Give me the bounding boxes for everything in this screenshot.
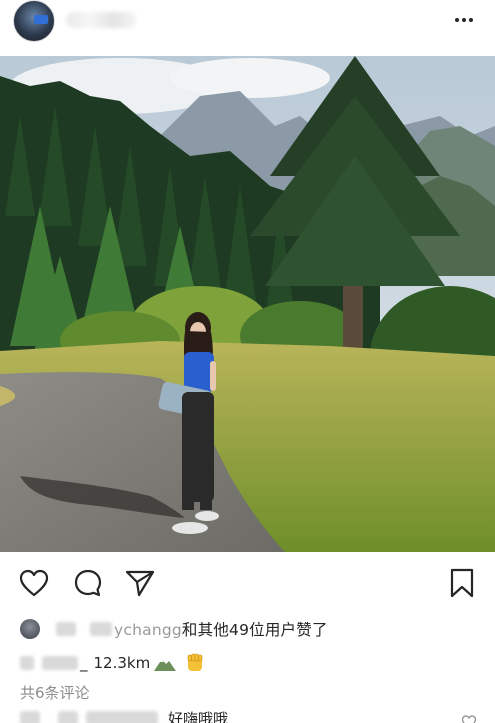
username-redacted[interactable]: [66, 12, 136, 28]
liker-avatar[interactable]: [20, 619, 40, 639]
commenter-name-redacted: [86, 711, 158, 723]
profile-avatar[interactable]: [13, 0, 55, 42]
commenter-name-redacted: [20, 711, 40, 723]
mountain-emoji: [154, 659, 177, 671]
liker-name-redacted: [90, 622, 112, 636]
paper-plane-icon[interactable]: [124, 567, 156, 599]
comment-bubble-icon[interactable]: [72, 567, 104, 599]
post-header: [0, 0, 495, 48]
likes-text[interactable]: ychangg和其他49位用户赞了: [114, 618, 328, 640]
comment-row: 好嗨哦哦: [20, 708, 228, 723]
heart-icon[interactable]: [18, 567, 50, 599]
caption-username-redacted: [20, 656, 34, 670]
liker-name-redacted: [56, 622, 76, 636]
post-photo[interactable]: [0, 56, 495, 552]
caption: _ 12.3km: [20, 651, 206, 675]
view-all-comments-link[interactable]: 共6条评论: [20, 682, 90, 703]
liker-username[interactable]: ychangg: [114, 621, 182, 639]
raised-fist-emoji: [187, 653, 203, 671]
bookmark-icon[interactable]: [446, 567, 478, 599]
comment-text: 好嗨哦哦: [168, 709, 229, 723]
caption-username-redacted: [42, 656, 78, 670]
likes-summary: ychangg和其他49位用户赞了: [20, 618, 328, 640]
commenter-name-redacted: [58, 711, 78, 723]
post-action-bar: [0, 552, 495, 614]
more-options-icon[interactable]: [449, 8, 479, 32]
comment-like-heart-icon[interactable]: [461, 714, 477, 723]
caption-username-suffix[interactable]: _: [80, 654, 88, 672]
caption-text: 12.3km: [93, 654, 151, 672]
likes-suffix: 和其他49位用户赞了: [181, 621, 328, 639]
